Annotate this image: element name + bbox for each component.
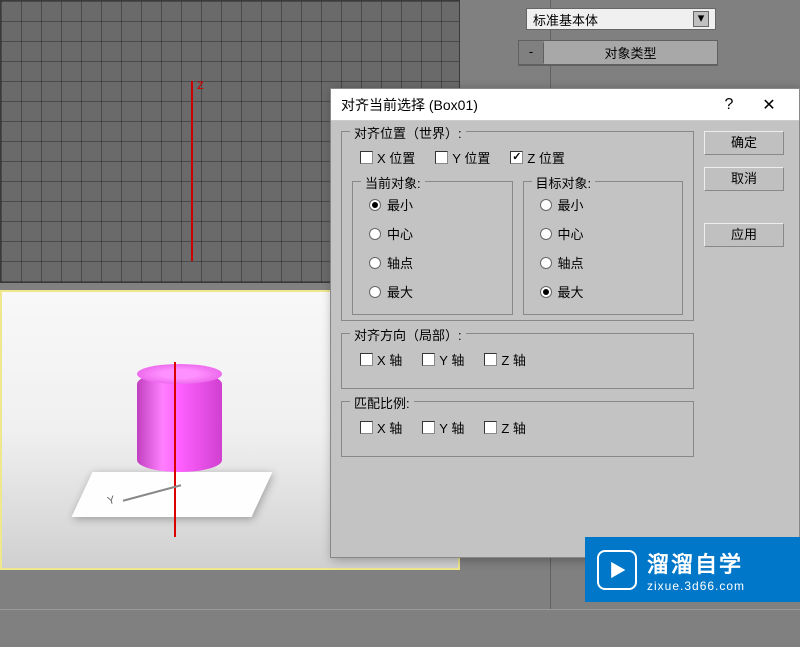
x-position-checkbox[interactable]: X 位置 (360, 148, 415, 167)
checkbox-label: Y 轴 (439, 350, 464, 369)
checkbox-icon (510, 151, 523, 164)
checkbox-label: X 轴 (377, 350, 402, 369)
watermark-brand: 溜溜自学 (647, 547, 745, 579)
checkbox-icon (484, 421, 497, 434)
radio-icon (369, 228, 381, 240)
scale-z-checkbox[interactable]: Z 轴 (484, 418, 526, 437)
match-scale-group: 匹配比例: X 轴 Y 轴 Z 轴 (341, 401, 694, 457)
align-selection-dialog: 对齐当前选择 (Box01) ? ✕ 对齐位置（世界）: X 位置 Y 位置 (330, 88, 800, 558)
current-object-legend: 当前对象: (361, 173, 425, 192)
geometry-category-dropdown[interactable]: 标准基本体 ▾ (526, 8, 716, 30)
current-object-group: 当前对象: 最小 中心 轴点 (352, 181, 513, 315)
radio-label: 最大 (387, 282, 413, 301)
watermark-badge: 溜溜自学 zixue.3d66.com (585, 537, 800, 602)
scale-x-checkbox[interactable]: X 轴 (360, 418, 402, 437)
checkbox-icon (360, 151, 373, 164)
cancel-button[interactable]: 取消 (704, 167, 784, 191)
current-center-radio[interactable]: 中心 (369, 219, 504, 248)
box-object[interactable] (72, 472, 273, 517)
current-pivot-radio[interactable]: 轴点 (369, 248, 504, 277)
orient-y-checkbox[interactable]: Y 轴 (422, 350, 464, 369)
target-pivot-radio[interactable]: 轴点 (540, 248, 675, 277)
radio-label: 最小 (387, 195, 413, 214)
rollout-collapse-button[interactable]: - (519, 43, 544, 63)
radio-label: 轴点 (558, 253, 584, 272)
status-bar (0, 609, 800, 647)
target-object-group: 目标对象: 最小 中心 轴点 (523, 181, 684, 315)
radio-icon (540, 228, 552, 240)
ok-button[interactable]: 确定 (704, 131, 784, 155)
apply-button[interactable]: 应用 (704, 223, 784, 247)
checkbox-icon (360, 421, 373, 434)
current-min-radio[interactable]: 最小 (369, 190, 504, 219)
radio-icon (540, 199, 552, 211)
gizmo-z-axis (174, 362, 176, 537)
radio-label: 中心 (558, 224, 584, 243)
z-position-checkbox[interactable]: Z 位置 (510, 148, 565, 167)
radio-label: 最大 (558, 282, 584, 301)
dropdown-arrow-icon: ▾ (693, 11, 709, 27)
align-position-group: 对齐位置（世界）: X 位置 Y 位置 Z 位置 (341, 131, 694, 321)
radio-label: 最小 (558, 195, 584, 214)
object-type-rollout: - 对象类型 (518, 40, 718, 66)
play-icon (597, 550, 637, 590)
checkbox-label: X 轴 (377, 418, 402, 437)
dropdown-value: 标准基本体 (533, 10, 598, 29)
checkbox-label: Y 位置 (452, 148, 490, 167)
radio-icon (540, 257, 552, 269)
close-button[interactable]: ✕ (749, 95, 789, 115)
z-axis-indicator (191, 81, 193, 261)
checkbox-label: X 位置 (377, 148, 415, 167)
y-position-checkbox[interactable]: Y 位置 (435, 148, 490, 167)
checkbox-icon (360, 353, 373, 366)
radio-icon (369, 286, 381, 298)
align-position-legend: 对齐位置（世界）: (350, 123, 466, 142)
align-orientation-legend: 对齐方向（局部）: (350, 325, 466, 344)
rollout-title: 对象类型 (544, 41, 717, 64)
help-button[interactable]: ? (709, 96, 749, 114)
match-scale-legend: 匹配比例: (350, 393, 414, 412)
orient-z-checkbox[interactable]: Z 轴 (484, 350, 526, 369)
checkbox-icon (422, 353, 435, 366)
checkbox-icon (484, 353, 497, 366)
orient-x-checkbox[interactable]: X 轴 (360, 350, 402, 369)
radio-icon (369, 199, 381, 211)
checkbox-label: Z 位置 (527, 148, 565, 167)
checkbox-icon (422, 421, 435, 434)
checkbox-icon (435, 151, 448, 164)
cylinder-object[interactable] (137, 372, 222, 472)
radio-label: 中心 (387, 224, 413, 243)
target-min-radio[interactable]: 最小 (540, 190, 675, 219)
radio-icon (369, 257, 381, 269)
target-center-radio[interactable]: 中心 (540, 219, 675, 248)
radio-label: 轴点 (387, 253, 413, 272)
current-max-radio[interactable]: 最大 (369, 277, 504, 306)
target-object-legend: 目标对象: (532, 173, 596, 192)
dialog-title: 对齐当前选择 (Box01) (341, 95, 709, 115)
checkbox-label: Y 轴 (439, 418, 464, 437)
target-max-radio[interactable]: 最大 (540, 277, 675, 306)
scale-y-checkbox[interactable]: Y 轴 (422, 418, 464, 437)
radio-icon (540, 286, 552, 298)
checkbox-label: Z 轴 (501, 418, 526, 437)
watermark-url: zixue.3d66.com (647, 579, 745, 593)
align-orientation-group: 对齐方向（局部）: X 轴 Y 轴 Z 轴 (341, 333, 694, 389)
dialog-titlebar[interactable]: 对齐当前选择 (Box01) ? ✕ (331, 89, 799, 121)
checkbox-label: Z 轴 (501, 350, 526, 369)
